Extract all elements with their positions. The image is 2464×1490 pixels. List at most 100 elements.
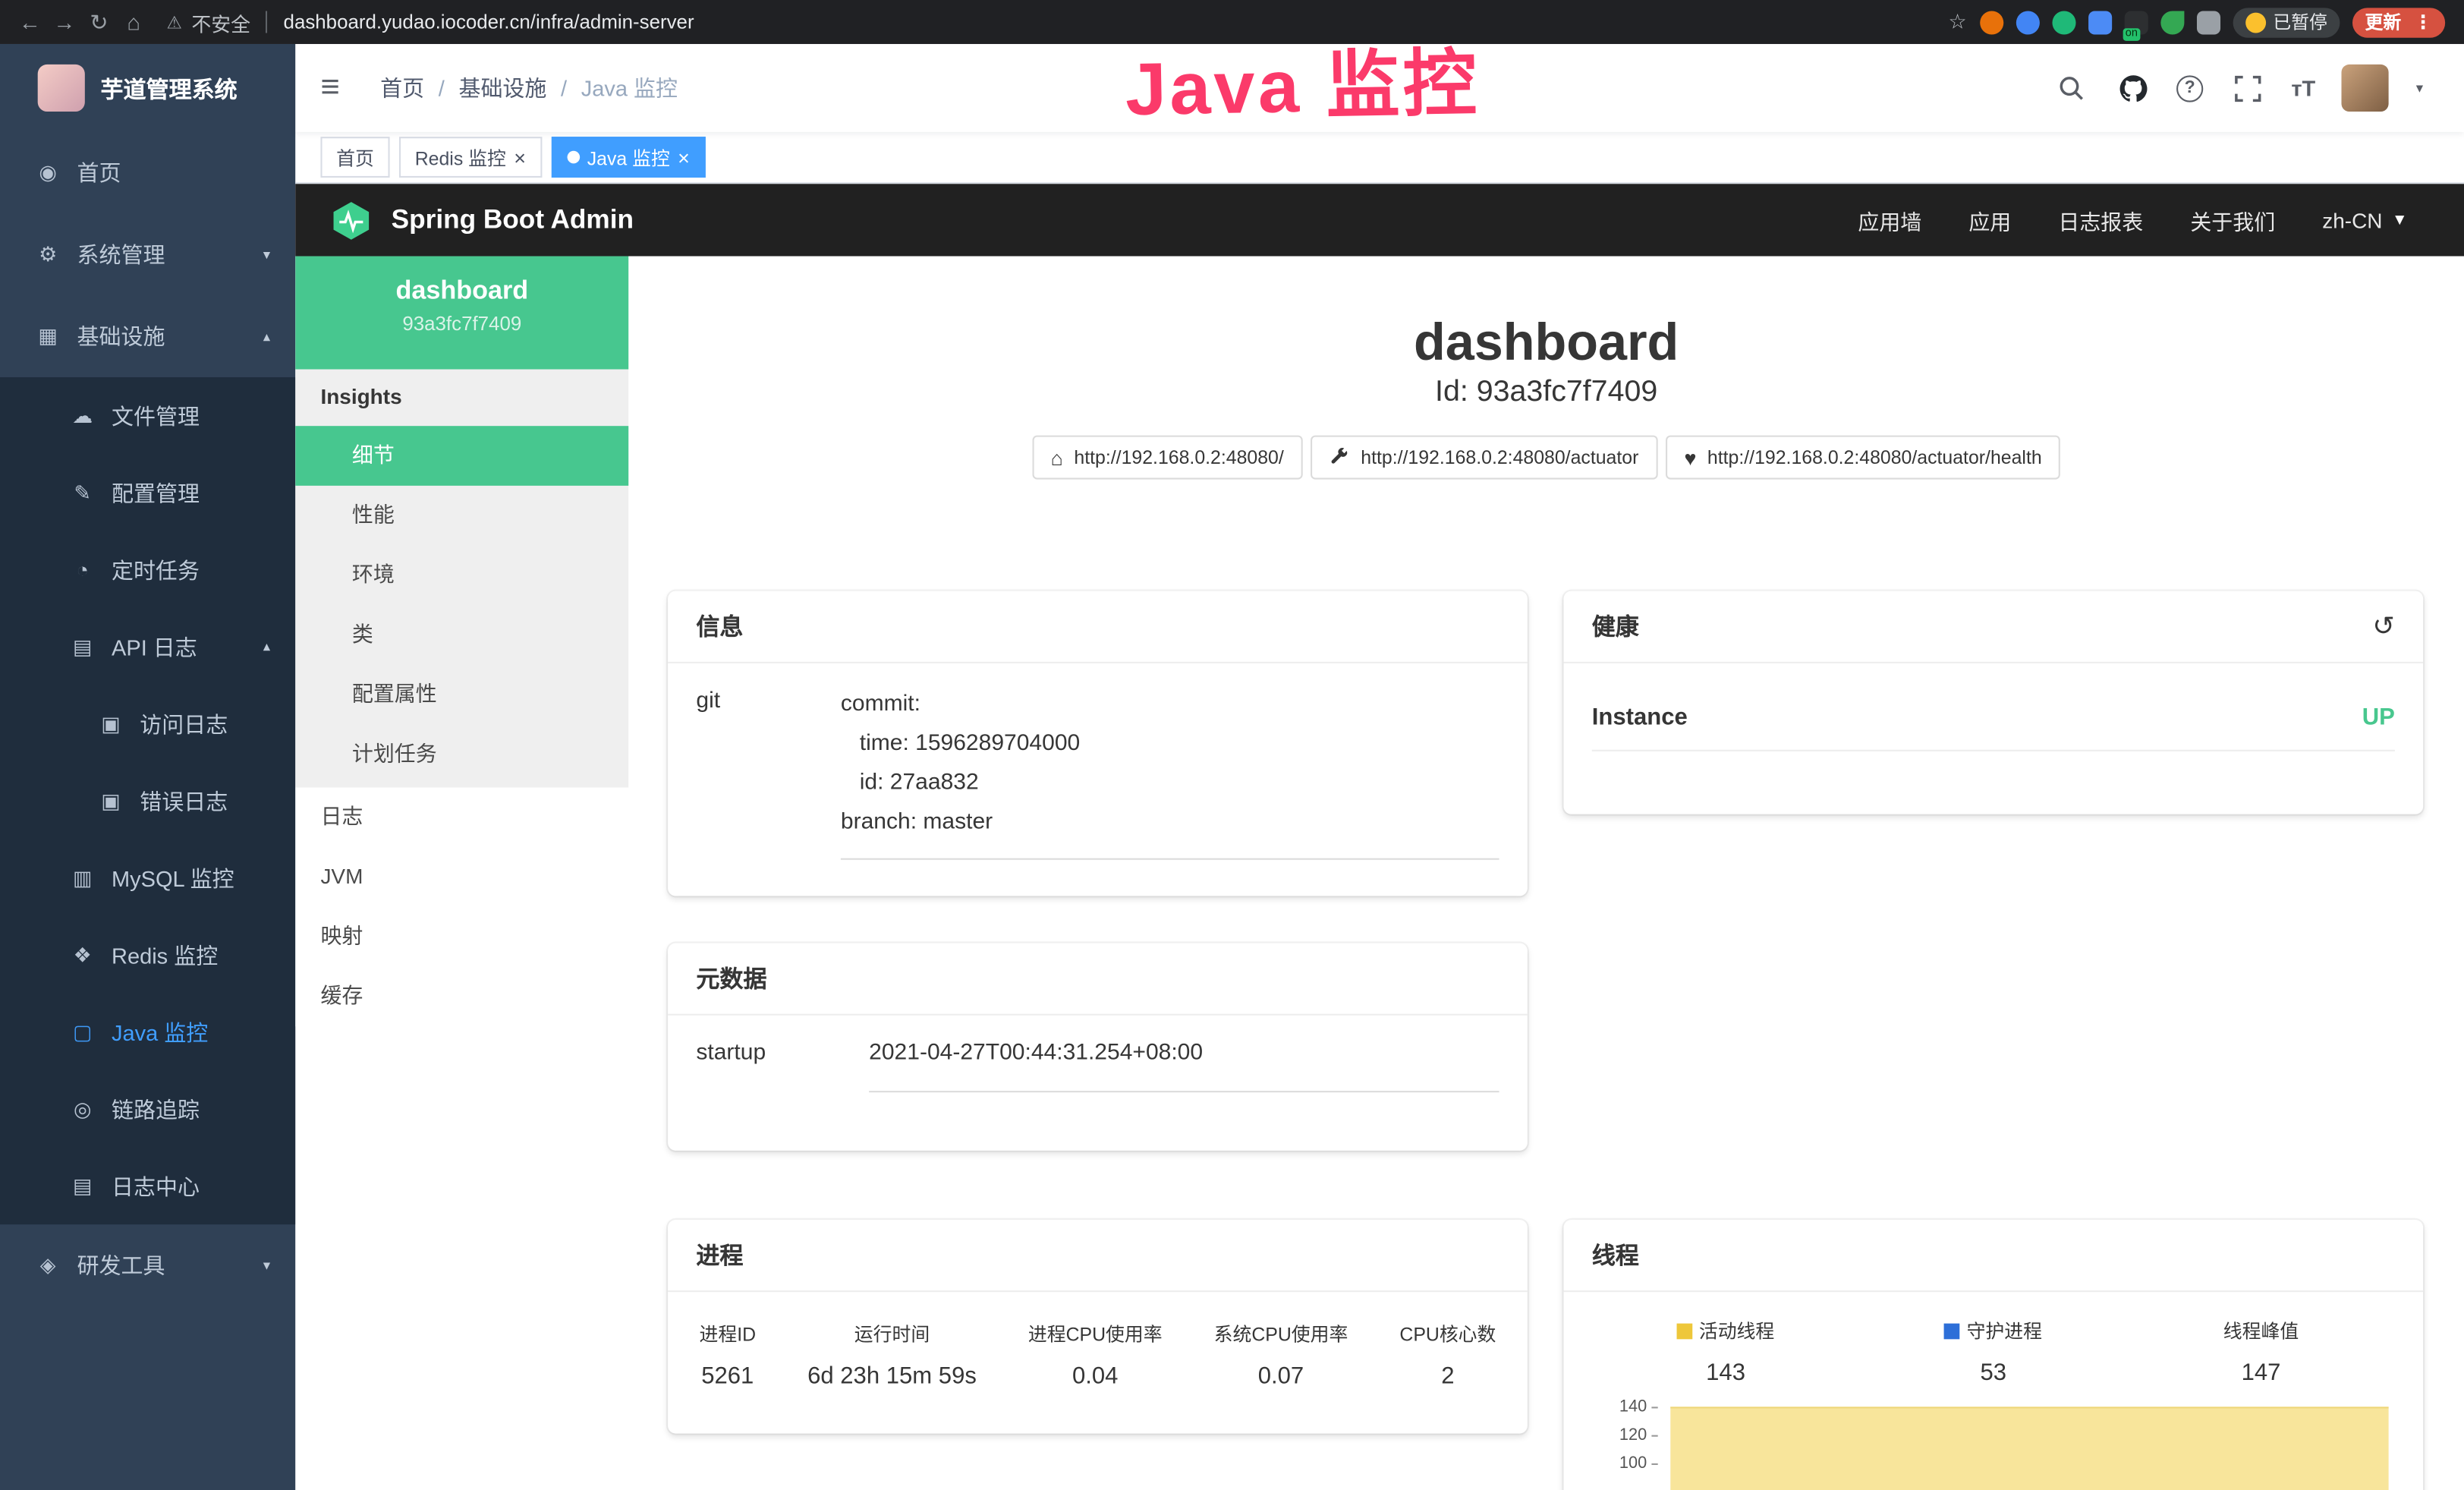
- sidebar-item-config-mgmt[interactable]: ✎ 配置管理: [0, 454, 295, 531]
- sidebar-item-file-mgmt[interactable]: ☁ 文件管理: [0, 377, 295, 454]
- history-icon[interactable]: ↺: [2372, 611, 2395, 642]
- sba-nav-about[interactable]: 关于我们: [2190, 204, 2275, 235]
- service-url-button[interactable]: ⌂ http://192.168.0.2:48080/: [1032, 436, 1303, 480]
- sidebar-item-redis-monitor[interactable]: ❖ Redis 监控: [0, 916, 295, 993]
- sidebar-item-tracing[interactable]: ◎ 链路追踪: [0, 1070, 295, 1147]
- page-instance-id: Id: 93a3fc7f7409: [628, 376, 2464, 411]
- breadcrumb-infra[interactable]: 基础设施: [458, 72, 546, 103]
- close-icon[interactable]: ×: [678, 147, 690, 168]
- sba-item-details[interactable]: 细节: [295, 426, 628, 486]
- search-icon[interactable]: [2054, 71, 2089, 106]
- extension-blue-drop-icon[interactable]: [2016, 10, 2039, 33]
- reload-icon[interactable]: ↻: [82, 5, 117, 39]
- sba-language-select[interactable]: zh-CN ▼: [2322, 208, 2407, 232]
- sba-nav-applications[interactable]: 应用: [1968, 204, 2011, 235]
- help-icon[interactable]: ?: [2176, 74, 2203, 101]
- app-title: 芋道管理系统: [101, 71, 238, 104]
- y-axis-tick: 120: [1592, 1425, 1658, 1444]
- app-logo-icon: [38, 65, 85, 112]
- sba-nav-wallboard[interactable]: 应用墙: [1858, 204, 1921, 235]
- sidebar-item-java-monitor[interactable]: ▢ Java 监控: [0, 994, 295, 1070]
- github-icon[interactable]: [2115, 71, 2150, 106]
- on-badge: on: [2123, 27, 2141, 40]
- insights-group: Insights 细节 性能 环境 类 配置属性 计划任务: [295, 370, 628, 788]
- chrome-update-button[interactable]: 更新 ⋮: [2352, 7, 2445, 36]
- sidebar-item-log-center[interactable]: ▤ 日志中心: [0, 1148, 295, 1224]
- sba-item-jvm[interactable]: JVM: [295, 847, 628, 907]
- sidebar-item-scheduled-tasks[interactable]: ◔ 定时任务: [0, 531, 295, 608]
- sba-item-scheduled-tasks[interactable]: 计划任务: [295, 725, 628, 785]
- legend-yellow-square-icon: [1677, 1323, 1693, 1339]
- sba-item-caches[interactable]: 缓存: [295, 967, 628, 1027]
- fullscreen-icon[interactable]: [2230, 71, 2265, 106]
- home-icon: ⌂: [1051, 447, 1063, 468]
- threads-chart-area: [1670, 1407, 2388, 1490]
- timer-icon: ◔: [69, 558, 96, 581]
- close-icon[interactable]: ×: [514, 147, 526, 168]
- extension-orange-icon[interactable]: [1979, 10, 2003, 33]
- chrome-menu-icon[interactable]: ⋮: [2414, 11, 2433, 33]
- sidebar-item-infra[interactable]: ▦ 基础设施 ▴: [0, 295, 295, 377]
- hamburger-icon[interactable]: ≡: [320, 69, 367, 107]
- security-label: 不安全: [191, 7, 250, 36]
- sidebar-item-error-logs[interactable]: ▣ 错误日志: [0, 762, 295, 839]
- threads-chart: 140 120 100: [1592, 1402, 2395, 1490]
- extension-blue-grid-icon[interactable]: [2088, 10, 2111, 33]
- system-cpu-usage: 系统CPU使用率 0.07: [1214, 1320, 1348, 1389]
- info-card-header: 信息: [668, 591, 1528, 663]
- extension-green-circle-icon[interactable]: [2051, 10, 2075, 33]
- sba-nav-journal[interactable]: 日志报表: [2058, 204, 2143, 235]
- heart-icon: ♥: [1684, 447, 1696, 468]
- sba-item-metrics[interactable]: 性能: [295, 486, 628, 546]
- sidebar-item-dev-tools[interactable]: ◈ 研发工具 ▾: [0, 1224, 295, 1306]
- sba-item-environment[interactable]: 环境: [295, 546, 628, 606]
- health-card: 健康 ↺ Instance UP: [1563, 591, 2423, 814]
- user-avatar[interactable]: [2342, 65, 2389, 112]
- metadata-value: 2021-04-27T00:44:31.254+08:00: [869, 1038, 1499, 1092]
- instance-header[interactable]: dashboard 93a3fc7f7409: [295, 257, 628, 370]
- extension-green-leaf-icon[interactable]: [2160, 10, 2183, 33]
- avatar-caret-icon[interactable]: ▾: [2416, 80, 2423, 97]
- sba-item-classes[interactable]: 类: [295, 605, 628, 665]
- tab-home[interactable]: 首页: [320, 137, 389, 178]
- extensions-puzzle-icon[interactable]: [2196, 10, 2220, 33]
- tab-java-monitor[interactable]: Java 监控 ×: [551, 137, 706, 178]
- sba-header: Spring Boot Admin 应用墙 应用 日志报表 关于我们 zh-CN…: [295, 184, 2464, 256]
- health-url-button[interactable]: ♥ http://192.168.0.2:48080/actuator/heal…: [1666, 436, 2061, 480]
- bookmark-star-icon[interactable]: ☆: [1948, 9, 1966, 34]
- sidebar-item-system[interactable]: ⚙ 系统管理 ▾: [0, 214, 295, 296]
- forward-icon[interactable]: →: [47, 5, 82, 39]
- threads-daemon: 守护进程 53: [1859, 1317, 2127, 1386]
- sidebar-item-api-logs[interactable]: ▤ API 日志 ▴: [0, 608, 295, 685]
- sba-item-logs[interactable]: 日志: [295, 787, 628, 847]
- instance-name: dashboard: [295, 276, 628, 306]
- sidebar-item-mysql-monitor[interactable]: ▥ MySQL 监控: [0, 840, 295, 916]
- breadcrumb-separator: /: [561, 75, 567, 100]
- breadcrumb-separator: /: [439, 75, 445, 100]
- url-text: dashboard.yudao.iocoder.cn/infra/admin-s…: [284, 11, 694, 33]
- breadcrumb-home[interactable]: 首页: [380, 72, 424, 103]
- sidebar-item-access-logs[interactable]: ▣ 访问日志: [0, 685, 295, 762]
- home-icon[interactable]: ⌂: [116, 5, 151, 39]
- profile-paused-badge[interactable]: 已暂停: [2233, 7, 2340, 36]
- back-icon[interactable]: ←: [13, 5, 48, 39]
- sba-item-mappings[interactable]: 映射: [295, 907, 628, 967]
- threads-card: 线程 活动线程 143 守护进程 53 线程峰值 147: [1563, 1220, 2423, 1490]
- actuator-url-button[interactable]: http://192.168.0.2:48080/actuator: [1311, 436, 1657, 480]
- threads-legend: 活动线程 143 守护进程 53 线程峰值 147: [1592, 1317, 2395, 1386]
- gear-icon: ⚙: [35, 242, 61, 267]
- app-logo[interactable]: 芋道管理系统: [0, 44, 295, 132]
- address-bar[interactable]: ⚠ 不安全 dashboard.yudao.iocoder.cn/infra/a…: [167, 7, 694, 36]
- extension-tampermonkey-icon[interactable]: on: [2124, 10, 2148, 33]
- metadata-card-header: 元数据: [668, 943, 1528, 1015]
- sba-sidebar: dashboard 93a3fc7f7409 Insights 细节 性能 环境…: [295, 257, 628, 1490]
- sidebar-item-home[interactable]: ◉ 首页: [0, 132, 295, 214]
- sba-item-config-props[interactable]: 配置属性: [295, 665, 628, 725]
- font-size-icon[interactable]: тT: [2291, 75, 2315, 100]
- java-monitor-icon: ▢: [69, 1019, 96, 1044]
- info-card: 信息 git commit: time: 1596289704000 id: 2…: [668, 591, 1528, 896]
- tab-redis-monitor[interactable]: Redis 监控 ×: [399, 137, 542, 178]
- not-secure-warning-icon: ⚠: [167, 12, 182, 33]
- info-key: git: [696, 685, 841, 860]
- redis-icon: ❖: [69, 942, 96, 967]
